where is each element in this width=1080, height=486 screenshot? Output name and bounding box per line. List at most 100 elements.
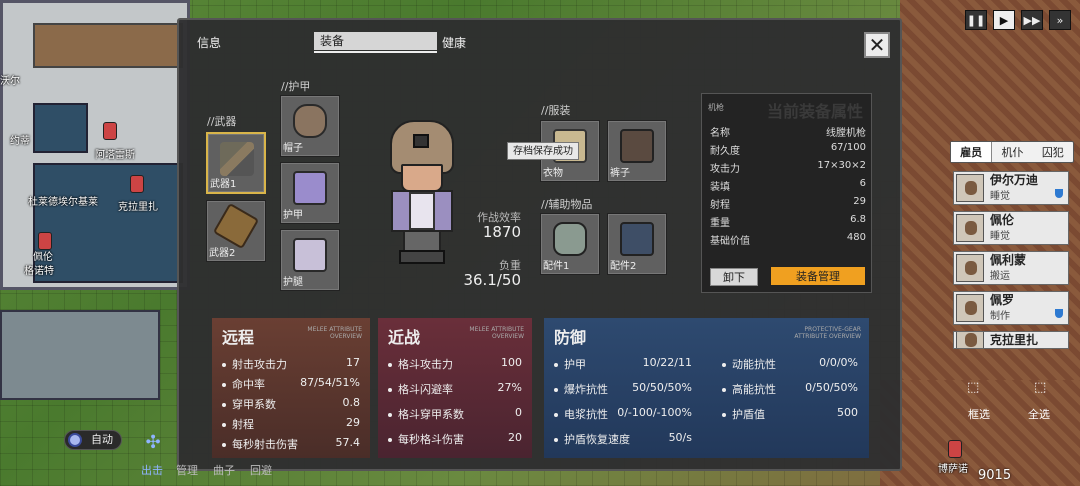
accessory2-slot[interactable]: 配件2 [607, 213, 667, 275]
colonist-status: 制作 [990, 311, 1010, 322]
stat-row: 护盾值 500 [722, 406, 858, 422]
stat-label: 每秒射击伤害 [232, 438, 298, 451]
colonist-card[interactable]: 佩伦 睡觉 [953, 211, 1069, 245]
accessory1-slot[interactable]: 配件1 [540, 213, 600, 275]
colonist-sprite[interactable] [103, 122, 117, 140]
colonist-sprite[interactable] [130, 175, 144, 193]
bullet-icon [222, 403, 226, 407]
play-button[interactable]: ▶ [993, 10, 1015, 30]
weapon1-slot[interactable]: 武器1 [206, 132, 266, 194]
nav-item[interactable]: 管理 [176, 462, 198, 478]
tab-health[interactable]: 健康 [442, 34, 466, 51]
avatar [956, 294, 984, 322]
attribute-value: 6.8 [850, 214, 866, 225]
defense-subtitle: PROTECTIVE-GEAR ATTRIBUTE OVERVIEW [794, 326, 861, 340]
section-label: //护甲 [281, 80, 311, 93]
speed-controls: ❚❚ ▶ ▶▶ » [965, 10, 1071, 30]
roster-tabs: 雇员 机仆 囚犯 [950, 141, 1074, 163]
legs-slot[interactable]: 护腿 [280, 229, 340, 291]
stat-name: 格斗穿甲系数 [388, 406, 464, 422]
attribute-name: 耐久度 [710, 146, 740, 157]
attribute-name: 基础价值 [710, 236, 750, 247]
stat-value: 100 [501, 356, 522, 369]
nav-item[interactable]: 回避 [250, 462, 272, 478]
weapon2-slot[interactable]: 武器2 [206, 200, 266, 262]
stat-label: 射击攻击力 [232, 358, 287, 371]
tab-equipment[interactable]: 装备 [314, 32, 437, 50]
tab-servitors[interactable]: 机仆 [992, 142, 1032, 162]
colonist-sprite[interactable] [38, 232, 52, 250]
stat-label: 爆炸抗性 [564, 383, 608, 396]
shoes-slot[interactable]: 裤子 [607, 120, 667, 182]
bullet-icon [222, 363, 226, 367]
attribute-name: 射程 [710, 200, 730, 211]
slot-label: 武器2 [209, 248, 236, 259]
stat-row: 每秒射击伤害 57.4 [222, 436, 360, 452]
boots [399, 250, 445, 264]
vest [409, 192, 435, 230]
stat-name: 射程 [222, 416, 254, 432]
select-box-label[interactable]: 框选 [968, 406, 990, 422]
stat-row: 射程 29 [222, 416, 360, 432]
bullet-icon [222, 423, 226, 427]
attribute-row: 攻击力 17×30×2 [710, 160, 866, 175]
room [33, 103, 88, 153]
attribute-row: 名称 线膛机枪 [710, 124, 866, 139]
select-all-label[interactable]: 全选 [1028, 406, 1050, 422]
slot-label: 裤子 [610, 168, 630, 179]
bullet-icon [722, 388, 726, 392]
nav-sortie[interactable]: 出击 [141, 462, 163, 478]
pause-button[interactable]: ❚❚ [965, 10, 987, 30]
attribute-row: 基础价值 480 [710, 232, 866, 247]
colonist-name: 佩罗 [990, 293, 1015, 307]
equipment-manage-button[interactable]: 装备管理 [770, 266, 866, 286]
select-box-icon[interactable]: ⬚ [967, 380, 979, 395]
auto-toggle[interactable]: 自动 [64, 430, 122, 450]
armor-slot[interactable]: 护甲 [280, 162, 340, 224]
auto-label: 自动 [91, 433, 113, 446]
stat-name: 电浆抗性 [554, 406, 608, 422]
map-label: 格诺特 [24, 266, 54, 277]
colonist-card[interactable]: 伊尔万迪 睡觉 [953, 171, 1069, 205]
nav-item[interactable]: 曲子 [213, 462, 235, 478]
tab-info[interactable]: 信息 [197, 34, 221, 51]
bullet-icon [388, 413, 392, 417]
attribute-value: 线膛机枪 [826, 128, 866, 139]
slot-label: 武器1 [210, 179, 237, 190]
slot-label: 配件1 [543, 261, 570, 272]
fast-forward-button[interactable]: ▶▶ [1021, 10, 1043, 30]
unequip-button[interactable]: 卸下 [710, 268, 758, 286]
colonist-card[interactable]: 佩罗 制作 [953, 291, 1069, 325]
hat-slot[interactable]: 帽子 [280, 95, 340, 157]
backpack-icon [620, 222, 654, 256]
stat-row: 格斗穿甲系数 0 [388, 406, 522, 422]
melee-panel: 近战 MELEE ATTRIBUTE OVERVIEW 格斗攻击力 100 格斗闪避… [378, 318, 532, 458]
avatar [956, 174, 984, 202]
slot-label: 衣物 [543, 168, 563, 179]
stat-name: 每秒格斗伤害 [388, 431, 464, 447]
ranged-panel: 远程 MELEE ATTRIBUTE OVERVIEW 射击攻击力 17 命中率 87… [212, 318, 370, 458]
slot-label: 帽子 [283, 143, 303, 154]
pants [403, 230, 441, 252]
close-button[interactable]: ✕ [864, 32, 890, 58]
colonist-info: 佩罗 制作 [984, 293, 1015, 323]
select-all-icon[interactable]: ⬚ [1034, 380, 1046, 395]
tab-employees[interactable]: 雇员 [951, 142, 993, 162]
colonist-sprite[interactable] [948, 440, 962, 458]
colonist-card[interactable]: 克拉里扎 [953, 331, 1069, 349]
bullet-icon [222, 443, 226, 447]
stat-value: 0 [515, 406, 522, 419]
tab-prisoners[interactable]: 囚犯 [1033, 142, 1073, 162]
stat-name: 穿甲系数 [222, 396, 276, 412]
crate-icon [212, 202, 260, 250]
fastest-button[interactable]: » [1049, 10, 1071, 30]
stat-label: 格斗穿甲系数 [398, 408, 464, 421]
colonist-card[interactable]: 佩利蒙 搬运 [953, 251, 1069, 285]
stat-name: 护甲 [554, 356, 586, 372]
crosshair-icon[interactable]: ✣ [142, 432, 164, 453]
section-label: //服装 [541, 104, 571, 117]
bullet-icon [388, 438, 392, 442]
attribute-value: 29 [853, 196, 866, 207]
slot-label: 配件2 [610, 261, 637, 272]
colonist-name: 克拉里扎 [990, 332, 1039, 347]
